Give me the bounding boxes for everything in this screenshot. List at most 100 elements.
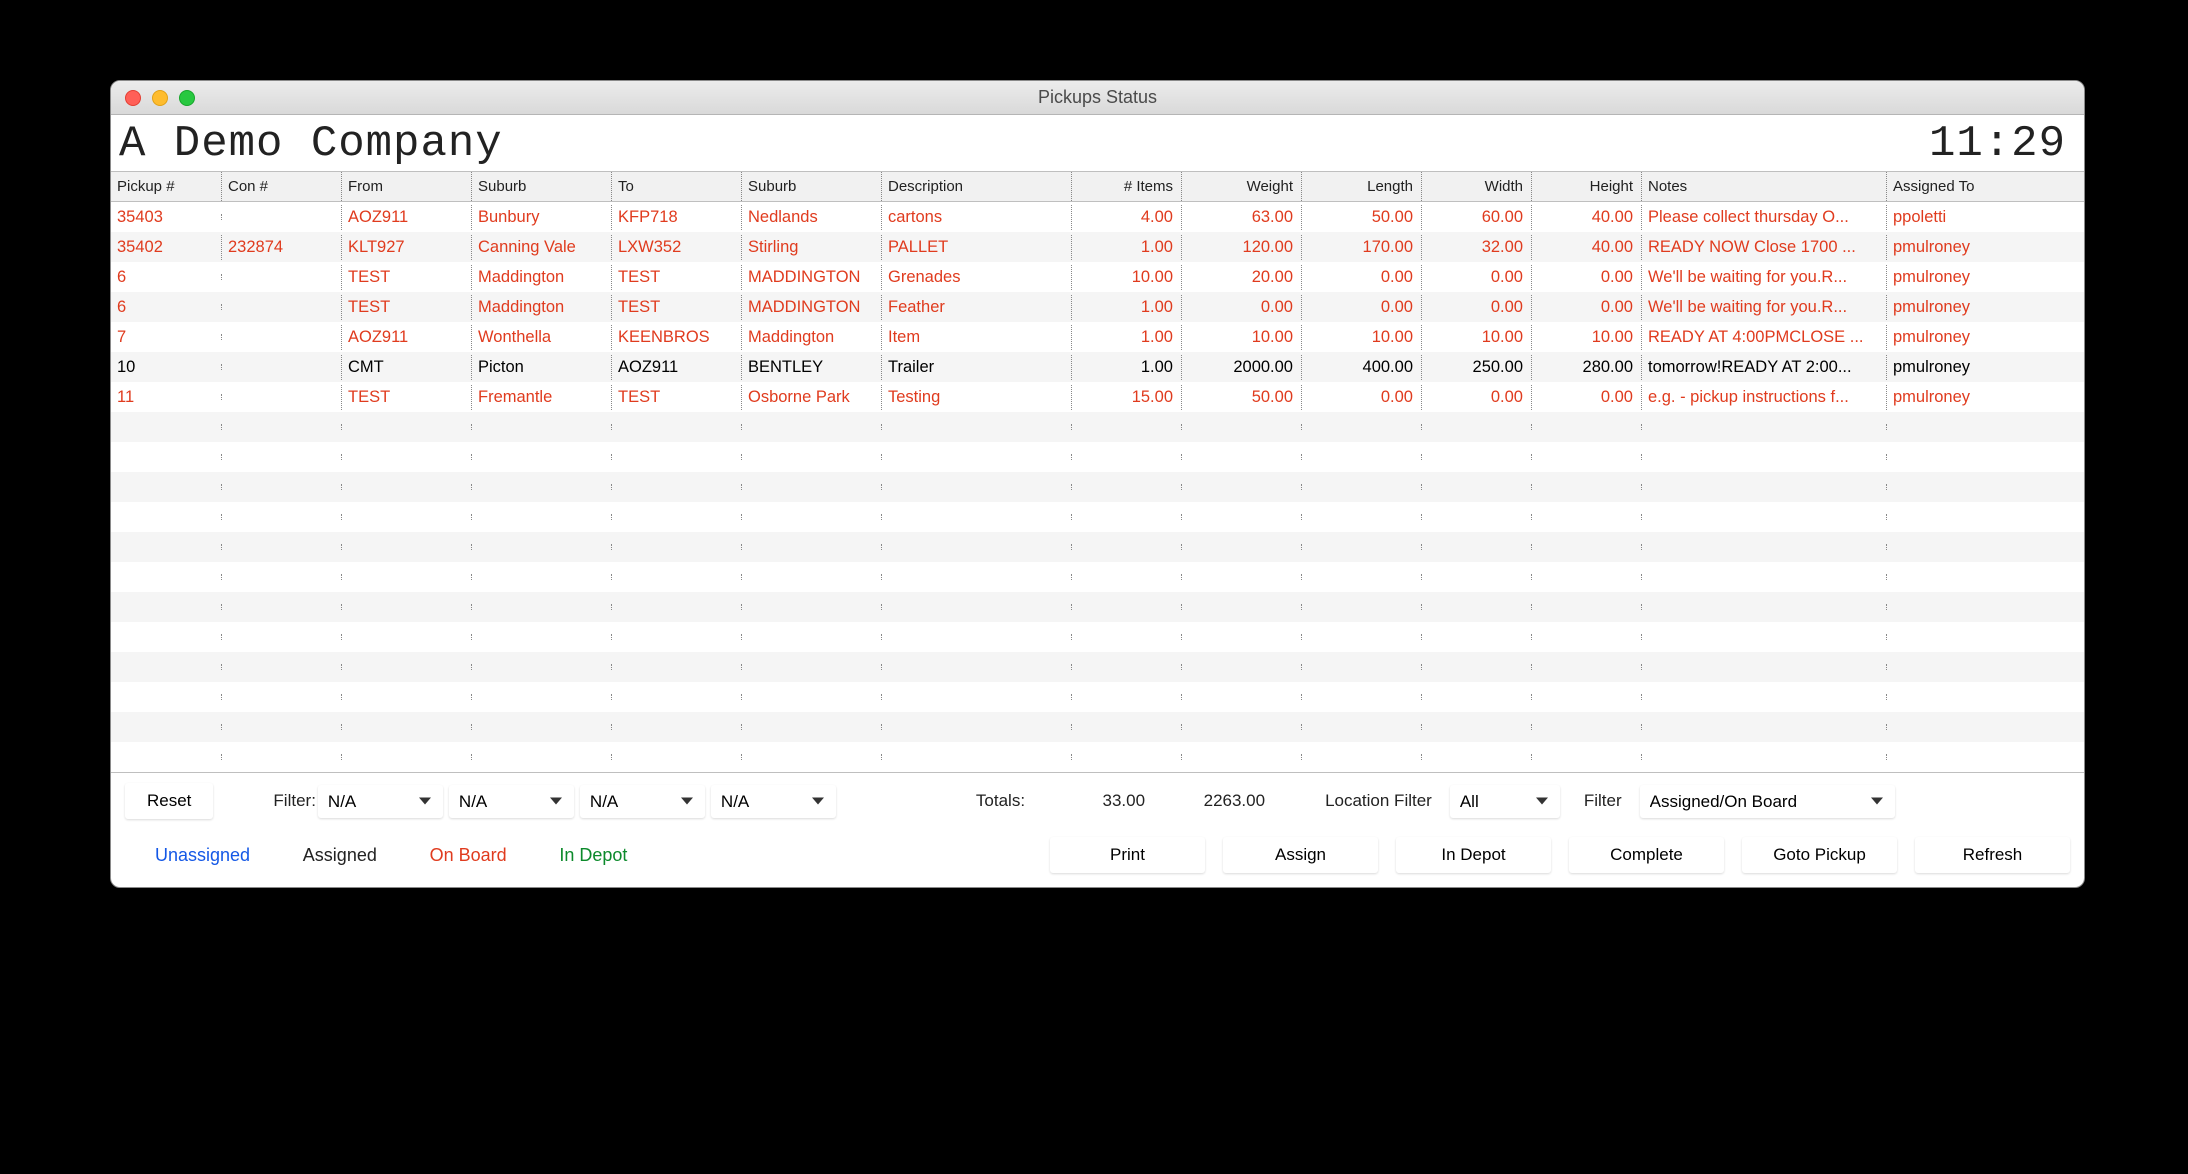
status-legend: Unassigned Assigned On Board In Depot [155,845,675,866]
cell-to [611,544,741,550]
cell-weight [1181,544,1301,550]
table-row[interactable]: 10CMTPictonAOZ911BENTLEYTrailer1.002000.… [111,352,2084,382]
cell-con: 232874 [221,235,341,260]
cell-pickup [111,694,221,700]
cell-assigned [1886,634,2006,640]
cell-height: 40.00 [1531,235,1641,260]
close-window-button[interactable] [125,90,141,106]
cell-desc: Grenades [881,265,1071,290]
assign-button[interactable]: Assign [1223,837,1378,873]
filter-1-select[interactable]: N/A [318,785,443,818]
col-items[interactable]: # Items [1071,172,1181,201]
cell-suburb2: MADDINGTON [741,295,881,320]
col-suburb1[interactable]: Suburb [471,172,611,201]
cell-from: CMT [341,355,471,380]
cell-weight: 120.00 [1181,235,1301,260]
cell-notes [1641,574,1886,580]
cell-to [611,694,741,700]
totals-label: Totals: [976,791,1025,811]
cell-weight: 20.00 [1181,265,1301,290]
refresh-button[interactable]: Refresh [1915,837,2070,873]
col-suburb2[interactable]: Suburb [741,172,881,201]
print-button[interactable]: Print [1050,837,1205,873]
cell-height: 0.00 [1531,295,1641,320]
in-depot-button[interactable]: In Depot [1396,837,1551,873]
cell-length: 10.00 [1301,325,1421,350]
cell-to [611,754,741,760]
cell-con [221,304,341,310]
col-length[interactable]: Length [1301,172,1421,201]
table-row[interactable]: 6TESTMaddingtonTESTMADDINGTONFeather1.00… [111,292,2084,322]
cell-assigned: pmulroney [1886,235,2006,260]
table-row [111,562,2084,592]
cell-height [1531,514,1641,520]
table-row[interactable]: 35403AOZ911BunburyKFP718Nedlandscartons4… [111,202,2084,232]
col-assigned[interactable]: Assigned To [1886,172,2006,201]
cell-suburb1 [471,574,611,580]
col-notes[interactable]: Notes [1641,172,1886,201]
col-desc[interactable]: Description [881,172,1071,201]
cell-pickup: 10 [111,355,221,380]
status-filter-select[interactable]: Assigned/On Board [1640,785,1895,818]
zoom-window-button[interactable] [179,90,195,106]
grid-body: 35403AOZ911BunburyKFP718Nedlandscartons4… [111,202,2084,772]
cell-from: KLT927 [341,235,471,260]
minimize-window-button[interactable] [152,90,168,106]
cell-weight [1181,484,1301,490]
filter-3-select[interactable]: N/A [580,785,705,818]
cell-to: TEST [611,265,741,290]
col-con[interactable]: Con # [221,172,341,201]
cell-length: 400.00 [1301,355,1421,380]
col-pickup[interactable]: Pickup # [111,172,221,201]
cell-con [221,544,341,550]
cell-pickup: 35402 [111,235,221,260]
cell-suburb1: Maddington [471,265,611,290]
cell-notes: READY AT 4:00PMCLOSE ... [1641,325,1886,350]
table-row [111,502,2084,532]
col-to[interactable]: To [611,172,741,201]
cell-to: TEST [611,385,741,410]
complete-button[interactable]: Complete [1569,837,1724,873]
cell-length [1301,604,1421,610]
table-row[interactable]: 11TESTFremantleTESTOsborne ParkTesting15… [111,382,2084,412]
cell-width: 0.00 [1421,295,1531,320]
location-filter-select[interactable]: All [1450,785,1560,818]
table-row [111,592,2084,622]
table-row [111,532,2084,562]
cell-assigned [1886,664,2006,670]
cell-desc: PALLET [881,235,1071,260]
cell-items [1071,424,1181,430]
reset-button[interactable]: Reset [125,783,213,819]
filter-4-select[interactable]: N/A [711,785,836,818]
goto-pickup-button[interactable]: Goto Pickup [1742,837,1897,873]
table-row[interactable]: 6TESTMaddingtonTESTMADDINGTONGrenades10.… [111,262,2084,292]
cell-desc [881,484,1071,490]
cell-notes [1641,544,1886,550]
cell-suburb1: Picton [471,355,611,380]
table-row[interactable]: 35402232874KLT927Canning ValeLXW352Stirl… [111,232,2084,262]
cell-con [221,394,341,400]
cell-suburb1 [471,724,611,730]
cell-height [1531,664,1641,670]
cell-width: 32.00 [1421,235,1531,260]
cell-suburb1: Bunbury [471,205,611,230]
cell-items: 1.00 [1071,235,1181,260]
cell-suburb1 [471,694,611,700]
company-name: A Demo Company [119,119,503,169]
cell-assigned [1886,424,2006,430]
cell-pickup [111,454,221,460]
col-weight[interactable]: Weight [1181,172,1301,201]
col-width[interactable]: Width [1421,172,1531,201]
col-from[interactable]: From [341,172,471,201]
cell-from [341,634,471,640]
cell-length [1301,724,1421,730]
cell-assigned: pmulroney [1886,355,2006,380]
window-title: Pickups Status [111,87,2084,108]
cell-assigned [1886,454,2006,460]
cell-suburb2 [741,724,881,730]
filter-2-select[interactable]: N/A [449,785,574,818]
col-height[interactable]: Height [1531,172,1641,201]
table-row[interactable]: 7AOZ911WonthellaKEENBROSMaddingtonItem1.… [111,322,2084,352]
table-row [111,682,2084,712]
cell-to [611,514,741,520]
